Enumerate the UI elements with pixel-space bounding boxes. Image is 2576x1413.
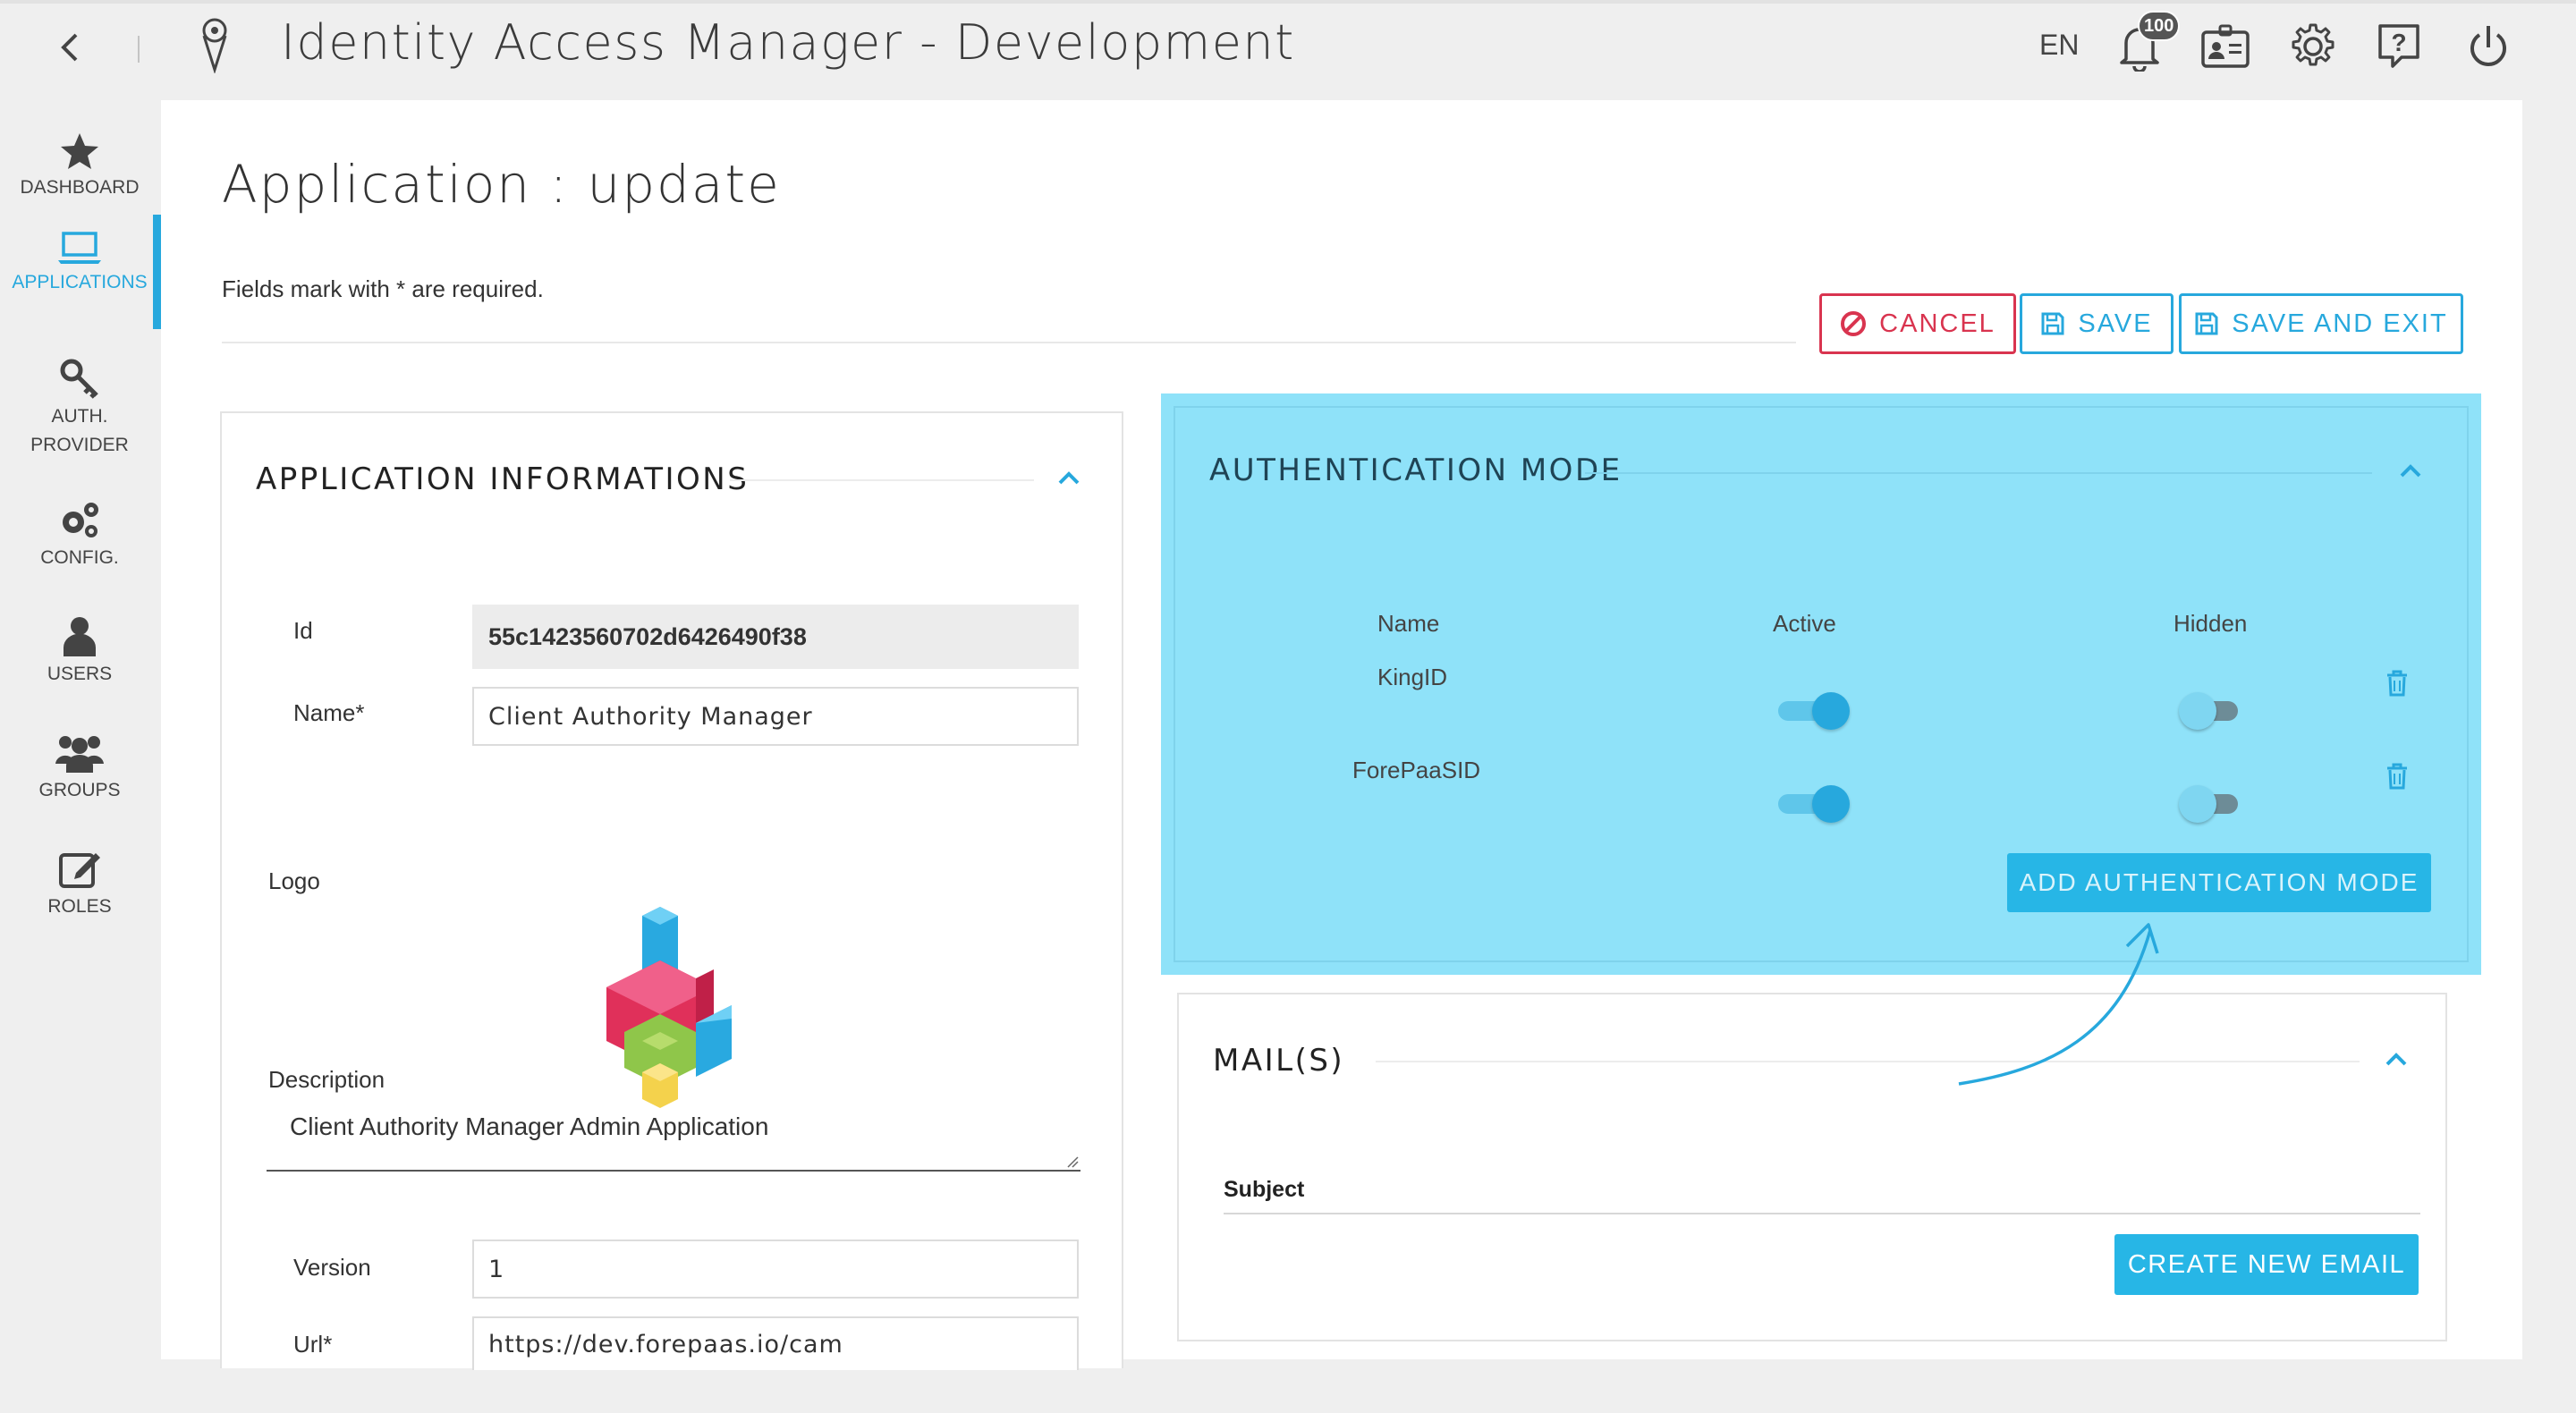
divider	[1224, 1213, 2420, 1214]
sidebar-item-label: CONFIG.	[40, 547, 119, 568]
version-field[interactable]: 1	[472, 1240, 1079, 1299]
star-icon	[61, 133, 98, 169]
divider	[730, 479, 1034, 481]
app-title: Identity Access Manager - Development	[281, 14, 1295, 71]
chevron-up-icon[interactable]	[1055, 469, 1082, 487]
user-icon	[64, 617, 96, 656]
sidebar: DASHBOARD APPLICATIONS AUTH. PROVIDER CO…	[0, 89, 161, 1359]
notification-badge: 100	[2138, 11, 2181, 41]
key-icon	[60, 359, 98, 399]
id-field: 55c1423560702d6426490f38	[472, 605, 1079, 669]
auth-mode-name: KingID	[1377, 664, 1448, 690]
save-button[interactable]: SAVE	[2020, 293, 2174, 354]
url-label: Url*	[293, 1331, 333, 1358]
floppy-icon	[2195, 312, 2218, 335]
ban-icon	[1841, 311, 1867, 336]
back-button[interactable]	[52, 27, 88, 68]
version-label: Version	[293, 1254, 371, 1281]
chevron-up-icon[interactable]	[2397, 461, 2424, 479]
sidebar-item-config[interactable]: CONFIG.	[0, 490, 159, 572]
sidebar-item-label: AUTH. PROVIDER	[30, 406, 129, 455]
svg-text:?: ?	[2391, 29, 2406, 56]
floppy-icon	[2041, 312, 2064, 335]
power-icon	[2470, 26, 2506, 66]
id-card-icon	[2201, 24, 2250, 68]
main-panel: Application : update Fields mark with * …	[161, 100, 2522, 1370]
cancel-button[interactable]: CANCEL	[1819, 293, 2016, 354]
profile-card-button[interactable]	[2199, 20, 2252, 73]
create-new-email-button[interactable]: CREATE NEW EMAIL	[2114, 1234, 2419, 1295]
sidebar-item-dashboard[interactable]: DASHBOARD	[0, 120, 159, 202]
active-toggle[interactable]	[1776, 782, 1850, 823]
divider	[1376, 1061, 2360, 1062]
divider	[1585, 472, 2372, 474]
url-field[interactable]: https://dev.forepaas.io/cam	[472, 1316, 1079, 1370]
language-selector[interactable]: EN	[2039, 29, 2079, 62]
sidebar-item-label: APPLICATIONS	[12, 272, 148, 292]
name-label: Name*	[293, 699, 365, 726]
save-and-exit-button[interactable]: SAVE AND EXIT	[2179, 293, 2463, 354]
name-field[interactable]: Client Authority Manager	[472, 687, 1079, 746]
page-title: Application : update	[222, 154, 781, 215]
save-label: SAVE	[2078, 309, 2153, 338]
chevron-left-icon	[61, 33, 78, 62]
help-button[interactable]: ?	[2372, 20, 2426, 73]
card-heading: APPLICATION INFORMATIONS	[256, 461, 750, 497]
sidebar-item-label: GROUPS	[38, 780, 121, 800]
column-header-active: Active	[1773, 610, 1836, 637]
hidden-toggle[interactable]	[2179, 782, 2252, 823]
laptop-icon	[58, 232, 101, 264]
help-icon: ?	[2378, 24, 2419, 68]
subject-column-header: Subject	[1224, 1177, 1305, 1202]
resize-handle-icon[interactable]	[1066, 1155, 1079, 1168]
sidebar-item-label: ROLES	[47, 896, 112, 917]
auth-mode-name: ForePaaSID	[1352, 757, 1481, 783]
chevron-up-icon[interactable]	[2383, 1050, 2410, 1068]
logo-label: Logo	[268, 867, 320, 894]
gear-icon	[2292, 23, 2334, 66]
add-authentication-mode-button[interactable]: ADD AUTHENTICATION MODE	[2007, 853, 2431, 912]
trash-icon[interactable]	[2385, 669, 2410, 698]
authentication-mode-card: AUTHENTICATION MODE Name Active Hidden K…	[1161, 393, 2481, 975]
card-heading: MAIL(S)	[1213, 1043, 1345, 1079]
column-header-hidden: Hidden	[2174, 610, 2248, 637]
sidebar-item-groups[interactable]: GROUPS	[0, 723, 159, 805]
top-bar: Identity Access Manager - Development EN…	[0, 0, 2576, 89]
sidebar-item-label: DASHBOARD	[20, 177, 140, 198]
group-icon	[55, 736, 104, 773]
forepaas-logo-image[interactable]	[597, 907, 741, 1113]
sidebar-item-roles[interactable]: ROLES	[0, 839, 159, 921]
cancel-label: CANCEL	[1879, 309, 1996, 338]
description-label: Description	[268, 1066, 386, 1093]
sidebar-item-auth-provider[interactable]: AUTH. PROVIDER	[0, 349, 159, 460]
save-and-exit-label: SAVE AND EXIT	[2232, 309, 2448, 338]
application-info-card: APPLICATION INFORMATIONS Id 55c142356070…	[220, 411, 1123, 1370]
sidebar-item-label: USERS	[47, 664, 113, 684]
description-field[interactable]: Client Authority Manager Admin Applicati…	[267, 1104, 1080, 1172]
column-header-name: Name	[1377, 610, 1440, 637]
edit-icon	[59, 853, 100, 888]
settings-button[interactable]	[2286, 20, 2340, 73]
mails-card: MAIL(S) Subject CREATE NEW EMAIL	[1177, 993, 2447, 1341]
app-logo-icon[interactable]	[195, 16, 234, 78]
id-label: Id	[293, 617, 313, 644]
divider	[222, 342, 1796, 343]
sidebar-item-users[interactable]: USERS	[0, 606, 159, 689]
trash-icon[interactable]	[2385, 762, 2410, 791]
logout-button[interactable]	[2462, 20, 2515, 73]
description-value: Client Authority Manager Admin Applicati…	[290, 1113, 769, 1140]
sidebar-item-applications[interactable]: APPLICATIONS	[0, 215, 161, 329]
gears-icon	[63, 503, 98, 537]
active-toggle[interactable]	[1776, 689, 1850, 730]
hidden-toggle[interactable]	[2179, 689, 2252, 730]
divider	[138, 36, 140, 63]
required-note: Fields mark with * are required.	[222, 275, 544, 302]
card-heading: AUTHENTICATION MODE	[1209, 453, 1623, 488]
